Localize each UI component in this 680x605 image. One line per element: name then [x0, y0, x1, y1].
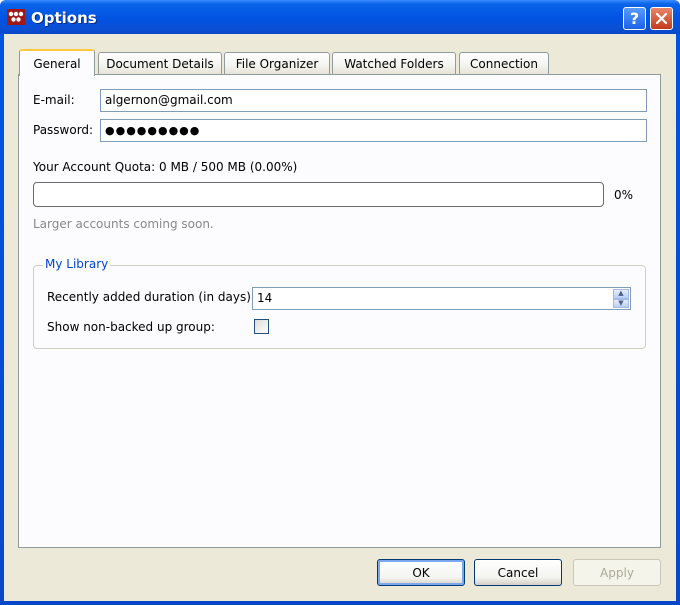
cancel-button[interactable]: Cancel: [474, 559, 562, 586]
recently-added-value: 14: [257, 291, 273, 305]
tab-file-organizer[interactable]: File Organizer: [224, 52, 330, 74]
title-bar[interactable]: Options ?: [0, 0, 680, 34]
my-library-group: My Library Recently added duration (in d…: [33, 257, 646, 349]
tab-general[interactable]: General: [19, 49, 95, 76]
cancel-button-label: Cancel: [497, 565, 539, 580]
password-field[interactable]: ●●●●●●●●●: [100, 119, 647, 142]
tab-document-details[interactable]: Document Details: [98, 52, 222, 74]
close-button[interactable]: [650, 7, 673, 30]
options-dialog: Options ? General Document Details File …: [0, 0, 680, 605]
email-value: algernon@gmail.com: [105, 93, 233, 107]
spin-down-icon[interactable]: ▼: [613, 298, 629, 308]
email-label: E-mail:: [33, 93, 75, 107]
recently-added-label: Recently added duration (in days):: [47, 290, 255, 304]
account-quota-label: Your Account Quota: 0 MB / 500 MB (0.00%…: [33, 160, 298, 174]
tab-label: Connection: [470, 56, 538, 71]
tab-label: Document Details: [106, 56, 214, 71]
app-icon: [7, 9, 25, 25]
password-label: Password:: [33, 123, 94, 137]
help-button[interactable]: ?: [623, 7, 646, 30]
password-value: ●●●●●●●●●: [105, 124, 201, 137]
email-field[interactable]: algernon@gmail.com: [100, 89, 647, 112]
tab-watched-folders[interactable]: Watched Folders: [332, 52, 456, 74]
spin-up-icon[interactable]: ▲: [613, 289, 629, 299]
close-icon: [655, 12, 668, 25]
spin-buttons: ▲ ▼: [613, 289, 629, 308]
dialog-client-area: General Document Details File Organizer …: [4, 34, 676, 601]
show-nonbacked-label: Show non-backed up group:: [47, 320, 215, 334]
apply-button[interactable]: Apply: [573, 559, 661, 586]
quota-progress-bar: [33, 182, 604, 207]
tab-label: General: [33, 56, 81, 71]
recently-added-spinbox[interactable]: 14 ▲ ▼: [252, 287, 631, 310]
ok-button[interactable]: OK: [377, 559, 465, 586]
apply-button-label: Apply: [600, 565, 634, 580]
general-tab-panel: E-mail: algernon@gmail.com Password: ●●●…: [18, 74, 661, 548]
help-icon: ?: [629, 9, 640, 28]
tab-label: File Organizer: [235, 56, 319, 71]
tab-label: Watched Folders: [344, 56, 444, 71]
ok-button-label: OK: [412, 565, 430, 580]
my-library-group-title: My Library: [43, 257, 111, 271]
larger-accounts-note: Larger accounts coming soon.: [33, 217, 214, 231]
quota-percent: 0%: [614, 188, 634, 202]
tab-connection[interactable]: Connection: [459, 52, 549, 74]
window-title: Options: [31, 9, 97, 27]
show-nonbacked-checkbox[interactable]: [254, 319, 269, 334]
